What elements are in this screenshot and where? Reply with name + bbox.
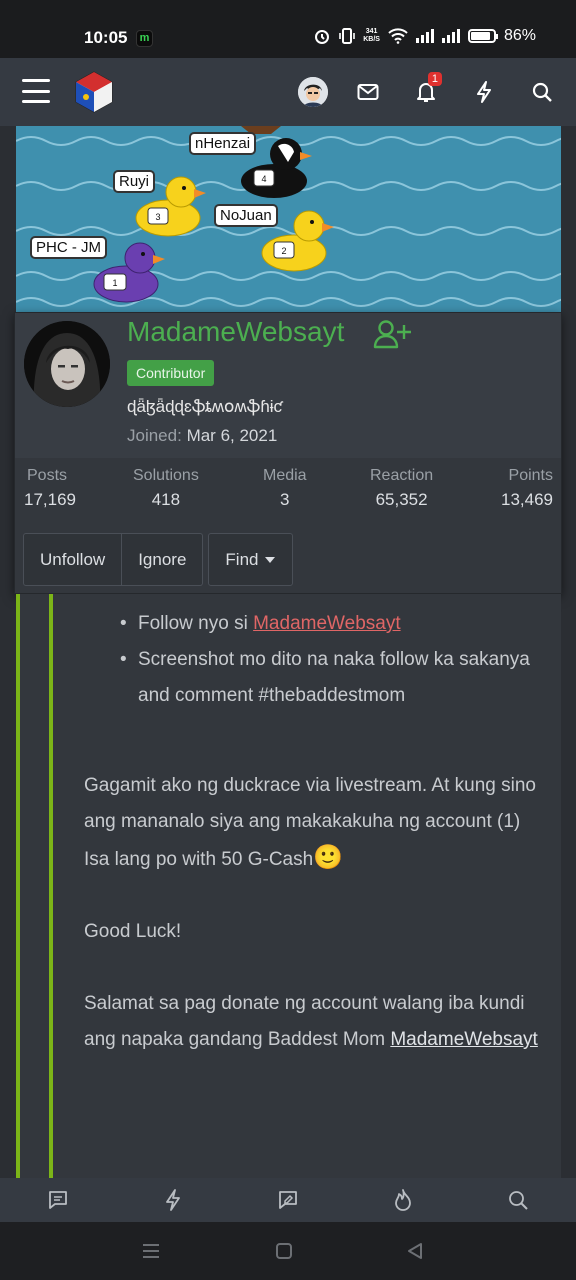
battery-icon [467, 29, 498, 43]
stat-label: Solutions [133, 467, 199, 484]
envelope-icon [357, 84, 379, 100]
member-username[interactable]: MadameWebsayt [127, 316, 344, 348]
duck-label-nhenzai: nHenzai [189, 132, 257, 155]
recents-icon[interactable] [142, 1242, 160, 1260]
signal-1-icon [415, 29, 434, 43]
unfollow-button[interactable]: Unfollow [23, 533, 123, 586]
duck-number-3: 3 [155, 212, 160, 222]
post-list: Follow nyo si MadameWebsayt Screenshot m… [102, 606, 544, 714]
home-icon[interactable] [275, 1242, 293, 1260]
member-actions: Unfollow Ignore Find [23, 533, 294, 586]
quote-bar-outer [16, 594, 20, 1178]
duck-number-2: 2 [281, 246, 286, 256]
smile-emoji: 🙂 [313, 844, 344, 871]
mention-link[interactable]: MadameWebsayt [390, 1029, 538, 1050]
fire-icon [395, 1189, 412, 1211]
duck-label-phc-jm: PHC - JM [30, 236, 107, 259]
member-card-header: MadameWebsayt Contributor ɖǟɮǟɖɖɛֆȶʍօʍֆɦ… [15, 313, 561, 458]
post-paragraph: Salamat sa pag donate ng account walang … [84, 993, 538, 1050]
find-button[interactable]: Find [208, 533, 294, 586]
edit-icon [279, 1191, 297, 1209]
forums-button[interactable] [36, 1178, 80, 1222]
stat-value: 65,352 [375, 490, 428, 509]
quote-bar-inner [49, 594, 53, 1178]
member-avatar-image [24, 321, 110, 407]
status-icons: 341 KB/S 86% [313, 27, 536, 45]
member-tooltip-card: MadameWebsayt Contributor ɖǟɮǟɖɖɛֆȶʍօʍֆɦ… [14, 312, 562, 594]
alerts-button[interactable]: 1 [408, 72, 444, 110]
system-nav-bar [0, 1222, 576, 1280]
find-label: Find [225, 549, 259, 569]
net-speed: 341 KB/S [363, 28, 380, 43]
duck-label-ruyi: Ruyi [113, 170, 156, 193]
trending-button[interactable] [381, 1178, 425, 1222]
menu-icon[interactable] [22, 79, 50, 103]
avatar-image [298, 77, 328, 107]
inbox-button[interactable] [350, 74, 386, 110]
member-role-badge: Contributor [127, 360, 215, 386]
post-content: Follow nyo si MadameWebsayt Screenshot m… [16, 594, 561, 1178]
member-avatar[interactable] [24, 321, 110, 407]
signal-2-icon [441, 29, 460, 43]
post-paragraph: Gagamit ako ng duckrace via livestream. … [84, 775, 537, 871]
stat-label: Points [508, 467, 553, 484]
bottom-nav [0, 1178, 576, 1222]
member-custom-title: ɖǟɮǟɖɖɛֆȶʍօʍֆɦɨƈ [127, 397, 283, 416]
user-plus-icon[interactable] [373, 319, 413, 349]
lightning-icon [477, 81, 491, 103]
duck-number-1: 1 [112, 278, 117, 288]
stat-posts[interactable]: Posts 17,169 [24, 467, 76, 510]
joined-label: Joined: [127, 426, 182, 445]
caret-down-icon [265, 556, 276, 563]
search-icon [532, 82, 552, 102]
stat-solutions[interactable]: Solutions 418 [133, 467, 199, 510]
whats-new-button[interactable] [466, 74, 502, 110]
wifi-icon [388, 28, 408, 44]
back-icon[interactable] [406, 1242, 424, 1260]
list-item: Screenshot mo dito na naka follow ka sak… [102, 642, 544, 714]
search-button[interactable] [524, 74, 560, 110]
stat-label: Posts [27, 467, 68, 484]
stat-value: 418 [151, 490, 181, 509]
search-tab[interactable] [496, 1178, 540, 1222]
top-nav: 1 [0, 58, 576, 126]
app-notification-icon: m [136, 30, 153, 47]
user-avatar[interactable] [298, 77, 328, 107]
stat-media[interactable]: Media 3 [263, 467, 307, 510]
battery-percent: 86% [503, 27, 536, 44]
post-paragraph: Good Luck! [84, 921, 182, 942]
stat-label: Media [263, 467, 307, 484]
lightning-icon [165, 1189, 180, 1211]
joined-date: Mar 6, 2021 [186, 426, 278, 445]
ignore-button[interactable]: Ignore [122, 533, 204, 586]
member-stats: Posts 17,169 Solutions 418 Media 3 React… [15, 467, 561, 517]
stat-value: 17,169 [24, 490, 76, 509]
list-item: Follow nyo si MadameWebsayt [102, 606, 544, 642]
stat-label: Reaction [370, 467, 434, 484]
nav-actions: 1 [298, 72, 560, 110]
status-bar: 10:05 m 341 KB/S 86% [0, 0, 576, 58]
water-waves: 4 3 2 1 [16, 126, 561, 312]
stat-value: 13,469 [501, 490, 553, 509]
status-time: 10:05 [84, 28, 128, 47]
duck-number-4: 4 [261, 174, 266, 184]
site-logo[interactable] [72, 70, 116, 114]
post-body: Follow nyo si MadameWebsayt Screenshot m… [84, 606, 544, 1058]
stat-reaction[interactable]: Reaction 65,352 [370, 467, 433, 510]
mention-link[interactable]: MadameWebsayt [253, 613, 401, 634]
vibrate-icon [339, 28, 356, 44]
duck-label-nojuan: NoJuan [214, 204, 278, 227]
alarm-icon [315, 30, 330, 44]
stat-points[interactable]: Points 13,469 [501, 467, 553, 510]
bullet-text: Follow nyo si [138, 613, 254, 634]
post-thread-button[interactable] [266, 1178, 310, 1222]
stat-value: 3 [280, 490, 290, 509]
member-joined: Joined: Mar 6, 2021 [127, 426, 277, 446]
search-icon [509, 1191, 529, 1210]
comment-icon [48, 1191, 67, 1209]
alert-count-badge: 1 [427, 72, 442, 86]
duck-race-banner: 4 3 2 1 nHenzai Ruyi NoJuan PHC - JM [16, 126, 561, 312]
whats-new-tab[interactable] [151, 1178, 195, 1222]
